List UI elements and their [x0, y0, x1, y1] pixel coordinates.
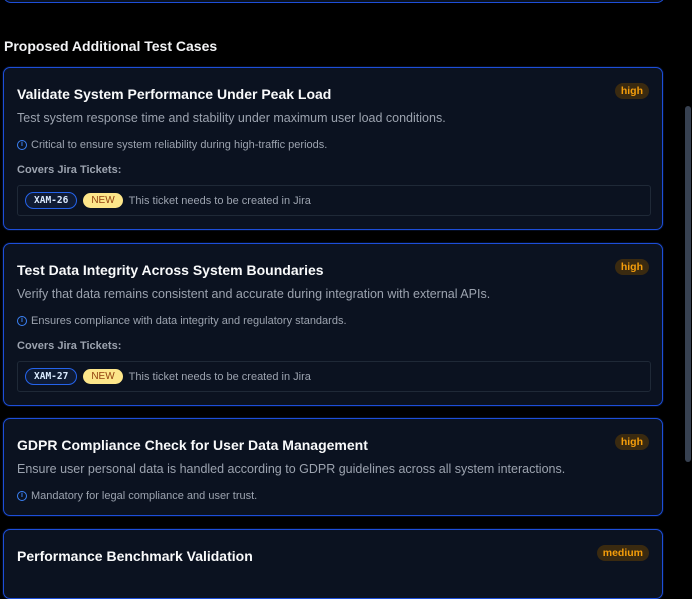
card-note: i Mandatory for legal compliance and use…: [17, 490, 257, 502]
ticket-id[interactable]: XAM-26: [25, 192, 78, 209]
ticket-row: XAM-26 NEW This ticket needs to be creat…: [17, 185, 651, 216]
note-text: Critical to ensure system reliability du…: [31, 139, 328, 151]
card-title: Validate System Performance Under Peak L…: [17, 86, 332, 102]
priority-badge: high: [614, 259, 649, 275]
card-title: Test Data Integrity Across System Bounda…: [17, 262, 324, 278]
test-case-card[interactable]: GDPR Compliance Check for User Data Mana…: [3, 418, 663, 516]
card-description: Test system response time and stability …: [17, 111, 446, 125]
info-icon: i: [17, 316, 27, 326]
ticket-row: XAM-27 NEW This ticket needs to be creat…: [17, 361, 651, 392]
test-case-card[interactable]: Test Data Integrity Across System Bounda…: [3, 243, 663, 406]
test-case-card[interactable]: Performance Benchmark Validation medium: [3, 529, 663, 599]
card-description: Ensure user personal data is handled acc…: [17, 462, 566, 476]
ticket-id[interactable]: XAM-27: [25, 368, 78, 385]
priority-badge: high: [614, 434, 649, 450]
card-description: Verify that data remains consistent and …: [17, 287, 491, 301]
test-case-card[interactable]: Validate System Performance Under Peak L…: [3, 67, 663, 230]
note-text: Mandatory for legal compliance and user …: [31, 490, 258, 502]
previous-card-bottom: [3, 0, 665, 3]
covers-label: Covers Jira Tickets:: [17, 164, 122, 176]
card-note: i Ensures compliance with data integrity…: [17, 315, 347, 327]
ticket-text: This ticket needs to be created in Jira: [128, 370, 311, 383]
new-badge: NEW: [83, 369, 123, 384]
priority-badge: medium: [596, 545, 649, 561]
new-badge: NEW: [83, 193, 123, 208]
scrollbar-thumb[interactable]: [685, 106, 691, 462]
card-note: i Critical to ensure system reliability …: [17, 139, 327, 151]
card-title: GDPR Compliance Check for User Data Mana…: [17, 437, 368, 453]
ticket-text: This ticket needs to be created in Jira: [128, 194, 311, 207]
info-icon: i: [17, 491, 27, 501]
covers-label: Covers Jira Tickets:: [17, 340, 122, 352]
section-title: Proposed Additional Test Cases: [4, 38, 218, 54]
info-icon: i: [17, 140, 27, 150]
note-text: Ensures compliance with data integrity a…: [31, 315, 347, 327]
scrollbar[interactable]: [682, 0, 692, 576]
card-title: Performance Benchmark Validation: [17, 548, 253, 564]
priority-badge: high: [614, 83, 649, 99]
